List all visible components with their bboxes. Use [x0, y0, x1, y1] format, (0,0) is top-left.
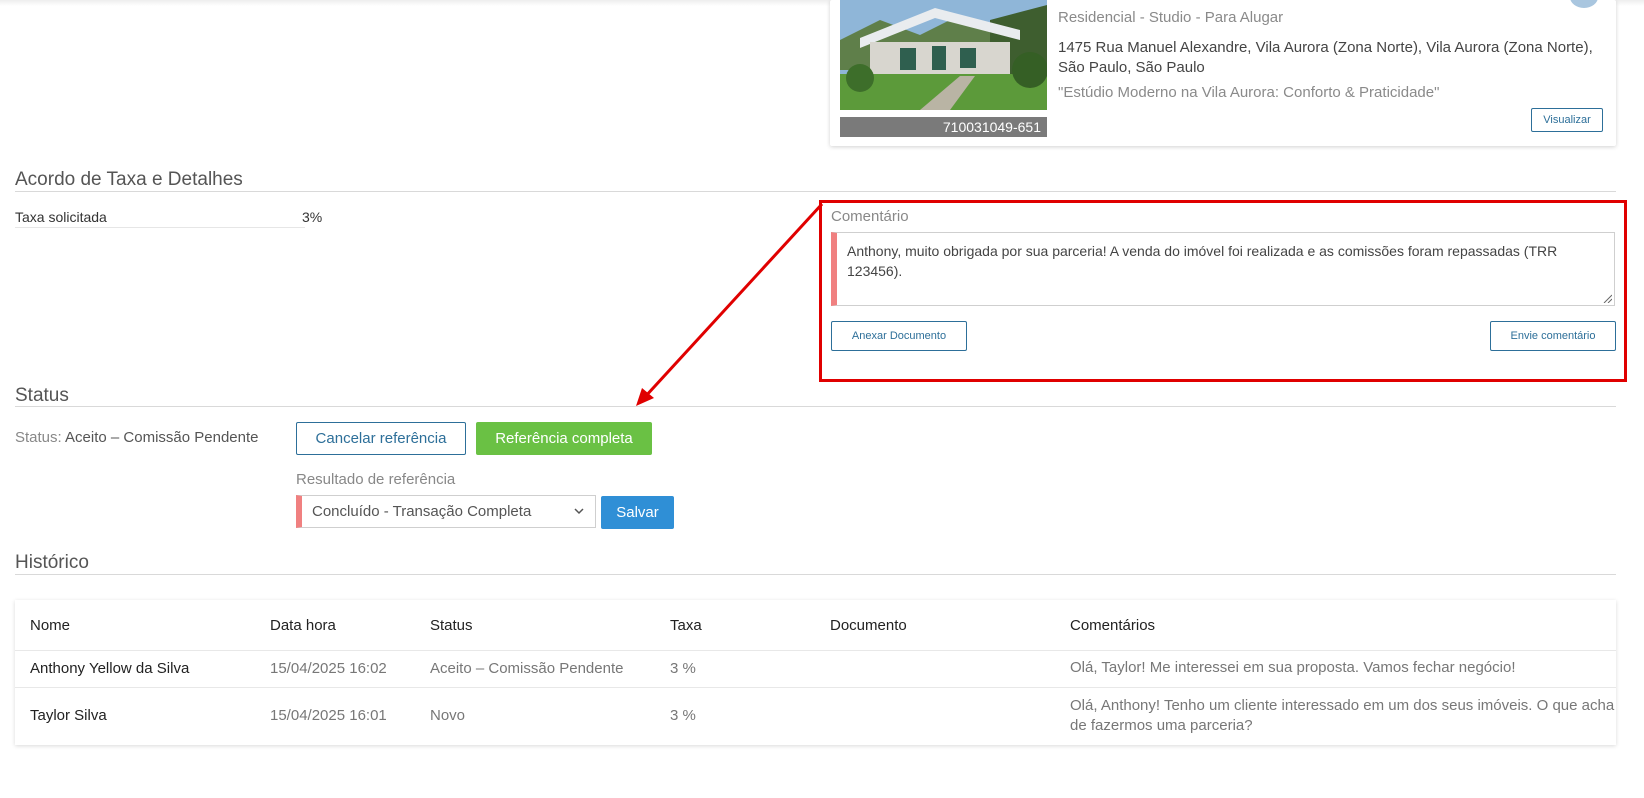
chevron-down-icon	[574, 508, 584, 515]
table-row-name: Taylor Silva	[30, 707, 107, 724]
property-card: 710031049-651 Residencial - Studio - Par…	[830, 0, 1616, 146]
row-divider	[15, 687, 1616, 688]
column-header-comments[interactable]: Comentários	[1070, 617, 1155, 634]
comment-label: Comentário	[831, 208, 909, 225]
result-label: Resultado de referência	[296, 471, 456, 488]
property-photo[interactable]	[840, 0, 1047, 110]
column-header-datetime[interactable]: Data hora	[270, 617, 336, 634]
attach-document-button[interactable]: Anexar Documento	[831, 321, 967, 351]
property-type: Residencial - Studio - Para Alugar	[1058, 9, 1284, 26]
fee-section-divider	[15, 191, 1616, 192]
property-id: 710031049-651	[840, 117, 1047, 137]
result-selected-value: Concluído - Transação Completa	[312, 503, 532, 520]
status-display: Status: Aceito – Comissão Pendente	[15, 429, 259, 446]
row-divider	[15, 650, 1616, 651]
comment-text: Anthony, muito obrigada por sua parceria…	[847, 243, 1558, 279]
table-row-name: Anthony Yellow da Silva	[30, 660, 190, 677]
view-property-button[interactable]: Visualizar	[1531, 108, 1603, 132]
property-headline: "Estúdio Moderno na Vila Aurora: Confort…	[1058, 84, 1440, 101]
table-row-status: Aceito – Comissão Pendente	[430, 660, 624, 677]
table-row-fee: 3 %	[670, 707, 696, 724]
column-header-fee[interactable]: Taxa	[670, 617, 702, 634]
table-row-datetime: 15/04/2025 16:01	[270, 707, 387, 724]
status-section-divider	[15, 406, 1616, 407]
table-row-comment: Olá, Taylor! Me interessei em sua propos…	[1070, 659, 1516, 676]
property-address: 1475 Rua Manuel Alexandre, Vila Aurora (…	[1058, 39, 1593, 76]
table-row-fee: 3 %	[670, 660, 696, 677]
status-section-title: Status	[15, 385, 69, 406]
history-section-divider	[15, 574, 1616, 575]
status-prefix: Status:	[15, 429, 62, 446]
column-header-document[interactable]: Documento	[830, 617, 907, 634]
cancel-referral-button[interactable]: Cancelar referência	[296, 422, 466, 455]
complete-referral-button[interactable]: Referência completa	[476, 422, 652, 455]
fee-row-divider	[15, 227, 305, 228]
column-header-status[interactable]: Status	[430, 617, 473, 634]
result-select[interactable]: Concluído - Transação Completa	[296, 495, 596, 528]
table-row-status: Novo	[430, 707, 466, 724]
comment-textarea[interactable]: Anthony, muito obrigada por sua parceria…	[831, 232, 1615, 306]
send-comment-button[interactable]: Envie comentário	[1490, 321, 1616, 351]
table-row-comment: Olá, Anthony! Tenho um cliente interessa…	[1070, 697, 1615, 734]
history-table: Nome Data hora Status Taxa Documento Com…	[15, 600, 1616, 745]
resize-handle-icon[interactable]	[1602, 293, 1612, 303]
fee-section-title: Acordo de Taxa e Detalhes	[15, 169, 243, 190]
fee-value: 3%	[302, 209, 323, 225]
table-row-datetime: 15/04/2025 16:02	[270, 660, 387, 677]
status-value: Aceito – Comissão Pendente	[65, 429, 259, 446]
fee-label: Taxa solicitada	[15, 209, 107, 225]
save-button[interactable]: Salvar	[601, 496, 674, 529]
column-header-name[interactable]: Nome	[30, 617, 70, 634]
history-section-title: Histórico	[15, 552, 89, 573]
